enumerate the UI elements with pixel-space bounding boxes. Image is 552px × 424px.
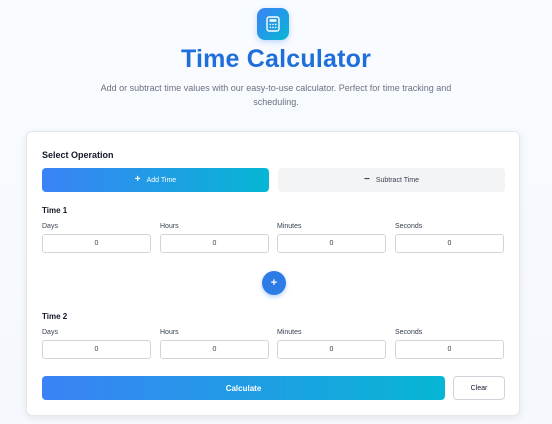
time1-seconds-label: Seconds bbox=[395, 223, 423, 230]
time1-days-label: Days bbox=[42, 223, 58, 230]
time2-minutes-label: Minutes bbox=[277, 329, 302, 336]
plus-icon: + bbox=[134, 174, 141, 185]
time2-seconds-label: Seconds bbox=[395, 329, 423, 336]
time1-hours-label: Hours bbox=[160, 223, 179, 230]
time1-hours-input[interactable] bbox=[160, 234, 269, 253]
subtract-time-button[interactable]: − Subtract Time bbox=[278, 168, 505, 192]
time2-days-input[interactable] bbox=[42, 340, 151, 359]
add-time-label: Add Time bbox=[146, 176, 177, 184]
time2-label: Time 2 bbox=[42, 312, 68, 321]
time1-days-input[interactable] bbox=[42, 234, 151, 253]
time2-minutes-input[interactable] bbox=[277, 340, 386, 359]
subtract-time-label: Subtract Time bbox=[375, 176, 420, 184]
clear-button[interactable]: Clear bbox=[453, 376, 505, 400]
app-logo bbox=[257, 8, 289, 40]
select-operation-label: Select Operation bbox=[42, 150, 114, 160]
time2-hours-input[interactable] bbox=[160, 340, 269, 359]
add-time-button[interactable]: + Add Time bbox=[42, 168, 269, 192]
calculator-icon bbox=[266, 16, 280, 32]
calculate-button[interactable]: Calculate bbox=[42, 376, 445, 400]
time1-seconds-input[interactable] bbox=[395, 234, 504, 253]
page-subtitle: Add or subtract time values with our eas… bbox=[100, 83, 452, 107]
plus-icon: + bbox=[270, 277, 278, 289]
time1-minutes-input[interactable] bbox=[277, 234, 386, 253]
time2-seconds-input[interactable] bbox=[395, 340, 504, 359]
time1-label: Time 1 bbox=[42, 206, 68, 215]
calculator-card: Select Operation + Add Time − Subtract T… bbox=[26, 131, 520, 416]
operator-indicator: + bbox=[262, 271, 286, 295]
time2-hours-label: Hours bbox=[160, 329, 179, 336]
time2-days-label: Days bbox=[42, 329, 58, 336]
time1-minutes-label: Minutes bbox=[277, 223, 302, 230]
page-title: Time Calculator bbox=[180, 45, 372, 73]
minus-icon: − bbox=[363, 174, 370, 185]
